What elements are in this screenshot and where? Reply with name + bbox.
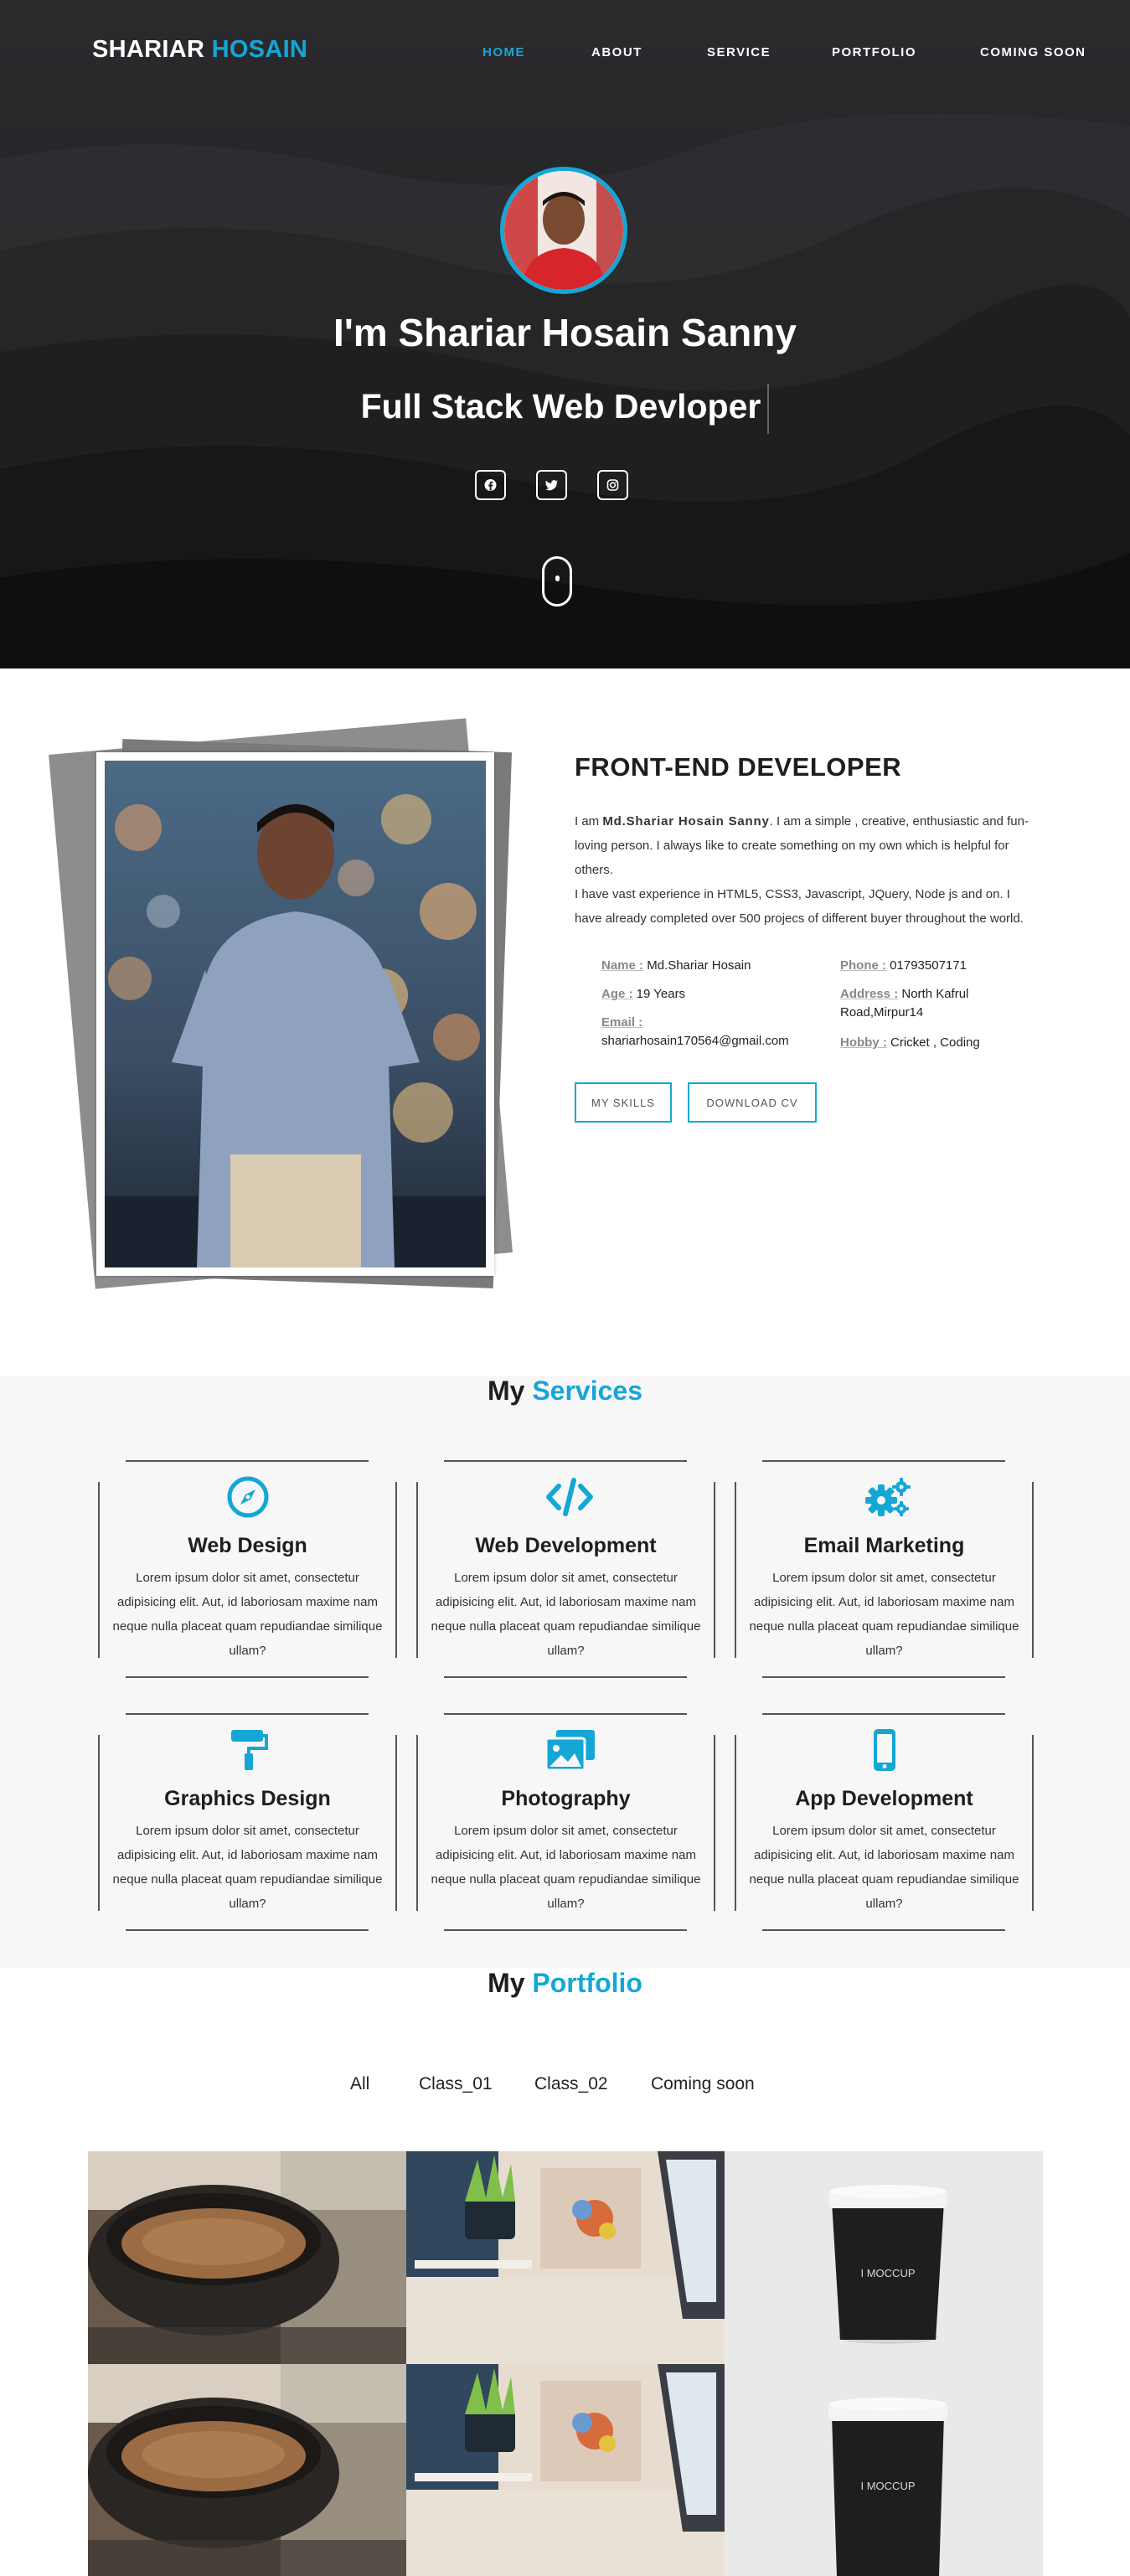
service-title: Web Development <box>475 1534 657 1557</box>
service-text: Lorem ipsum dolor sit amet, consectetur … <box>431 1824 701 1911</box>
service-card-app-development: App Development Lorem ipsum dolor sit am… <box>735 1713 1034 1931</box>
info-email-label: Email : <box>601 1015 643 1030</box>
info-age-value: 19 Years <box>636 987 686 1001</box>
hero-role: Full Stack Web Devloper <box>0 384 1130 434</box>
cup-brand-text: I MOCCUP <box>861 2267 916 2279</box>
info-email-value: shariarhosain170564@gmail.com <box>601 1034 789 1048</box>
info-phone-value: 01793507171 <box>890 958 967 973</box>
info-age-label: Age : <box>601 987 633 1001</box>
info-email: Email : shariarhosain170564@gmail.com <box>601 1014 789 1051</box>
portfolio-item-coffee-cup-2[interactable] <box>88 2364 406 2576</box>
filter-class-02[interactable]: Class_02 <box>534 2074 608 2094</box>
hero-role-text: Full Stack Web Devloper <box>360 386 761 426</box>
download-cv-button[interactable]: DOWNLOAD CV <box>688 1082 817 1123</box>
services-section: My Services Web Design Lorem ipsum dolor… <box>0 1376 1130 1968</box>
intro-name: Md.Shariar Hosain Sanny <box>602 814 770 829</box>
nav-portfolio[interactable]: PORTFOLIO <box>832 45 916 59</box>
filter-class-01[interactable]: Class_01 <box>419 2074 493 2094</box>
service-card-graphics-design: Graphics Design Lorem ipsum dolor sit am… <box>98 1713 397 1931</box>
info-address-value-1: North Kafrul <box>901 987 969 1001</box>
photo-gallery-icon <box>544 1728 595 1772</box>
services-title-first: My <box>487 1376 525 1406</box>
twitter-icon[interactable] <box>536 470 567 500</box>
hero-name: I'm Shariar Hosain Sanny <box>333 311 797 354</box>
facebook-icon[interactable] <box>475 470 506 500</box>
brand-second: HOSAIN <box>211 36 308 63</box>
service-text: Lorem ipsum dolor sit amet, consectetur … <box>749 1824 1019 1911</box>
service-title: App Development <box>795 1787 973 1810</box>
service-title: Graphics Design <box>164 1787 331 1810</box>
about-experience: I have vast experience in HTML5, CSS3, J… <box>575 887 1024 926</box>
navbar: SHARIAR HOSAIN HOME ABOUT SERVICE PORTFO… <box>0 0 1130 105</box>
portfolio-item-paper-cup-2[interactable]: I MOCCUP <box>725 2364 1043 2576</box>
info-age: Age : 19 Years <box>601 985 685 1004</box>
about-photo-frame <box>96 752 494 1276</box>
my-skills-button[interactable]: MY SKILLS <box>575 1082 672 1123</box>
service-card-web-design: Web Design Lorem ipsum dolor sit amet, c… <box>98 1460 397 1678</box>
brand-logo[interactable]: SHARIAR HOSAIN <box>92 36 307 64</box>
service-card-photography: Photography Lorem ipsum dolor sit amet, … <box>416 1713 715 1931</box>
services-title-second: Services <box>532 1376 642 1406</box>
paint-roller-icon <box>226 1728 270 1772</box>
service-text: Lorem ipsum dolor sit amet, consectetur … <box>112 1824 383 1911</box>
intro-prefix: I am <box>575 814 603 829</box>
typing-cursor <box>767 384 770 434</box>
info-phone-label: Phone : <box>840 958 886 973</box>
portfolio-item-desk-plant[interactable] <box>406 2151 725 2364</box>
service-title: Photography <box>501 1787 631 1810</box>
portfolio-title-second: Portfolio <box>532 1968 642 1998</box>
info-address: Address : North Kafrul Road,Mirpur14 <box>840 985 968 1022</box>
info-hobby-label: Hobby : <box>840 1035 887 1050</box>
brand-first: SHARIAR <box>92 36 205 63</box>
portfolio-title-first: My <box>488 1968 525 1998</box>
profile-avatar <box>500 167 627 294</box>
gears-icon <box>863 1475 911 1519</box>
info-hobby: Hobby : Cricket , Coding <box>840 1034 980 1052</box>
about-intro: I am Md.Shariar Hosain Sanny. I am a sim… <box>575 809 1031 882</box>
compass-icon <box>226 1475 270 1519</box>
info-address-value-2: Road,Mirpur14 <box>840 1005 924 1020</box>
cup-brand-text-2: I MOCCUP <box>861 2480 916 2492</box>
instagram-icon[interactable] <box>597 470 628 500</box>
portfolio-item-coffee-cup[interactable] <box>88 2151 406 2364</box>
portfolio-item-paper-cup[interactable]: I MOCCUP <box>725 2151 1043 2364</box>
filter-all[interactable]: All <box>350 2074 369 2094</box>
info-name: Name : Md.Shariar Hosain <box>601 957 751 975</box>
info-name-value: Md.Shariar Hosain <box>647 958 751 973</box>
service-title: Email Marketing <box>803 1534 965 1557</box>
filter-coming-soon[interactable]: Coming soon <box>651 2074 755 2094</box>
service-text: Lorem ipsum dolor sit amet, consectetur … <box>112 1571 383 1658</box>
nav-coming-soon[interactable]: COMING SOON <box>980 45 1086 59</box>
service-text: Lorem ipsum dolor sit amet, consectetur … <box>749 1571 1019 1658</box>
info-phone: Phone : 01793507171 <box>840 957 967 975</box>
service-title: Web Design <box>188 1534 307 1557</box>
about-description: I am Md.Shariar Hosain Sanny. I am a sim… <box>575 809 1031 931</box>
service-card-email-marketing: Email Marketing Lorem ipsum dolor sit am… <box>735 1460 1034 1678</box>
nav-about[interactable]: ABOUT <box>591 45 642 59</box>
portfolio-title: My Portfolio <box>0 1968 1130 1999</box>
service-card-web-development: Web Development Lorem ipsum dolor sit am… <box>416 1460 715 1678</box>
services-title: My Services <box>0 1376 1130 1407</box>
portfolio-item-desk-plant-2[interactable] <box>406 2364 725 2576</box>
nav-service[interactable]: SERVICE <box>707 45 771 59</box>
scroll-down-icon[interactable] <box>542 556 572 607</box>
info-address-label: Address : <box>840 987 899 1001</box>
mobile-phone-icon <box>863 1728 906 1772</box>
about-photo <box>105 761 486 1267</box>
hero-section: SHARIAR HOSAIN HOME ABOUT SERVICE PORTFO… <box>0 0 1130 669</box>
info-hobby-value: Cricket , Coding <box>890 1035 980 1050</box>
service-text: Lorem ipsum dolor sit amet, consectetur … <box>431 1571 701 1658</box>
code-icon <box>544 1475 593 1519</box>
info-name-label: Name : <box>601 958 644 973</box>
about-title: FRONT-END DEVELOPER <box>575 752 902 782</box>
nav-home[interactable]: HOME <box>482 45 525 59</box>
